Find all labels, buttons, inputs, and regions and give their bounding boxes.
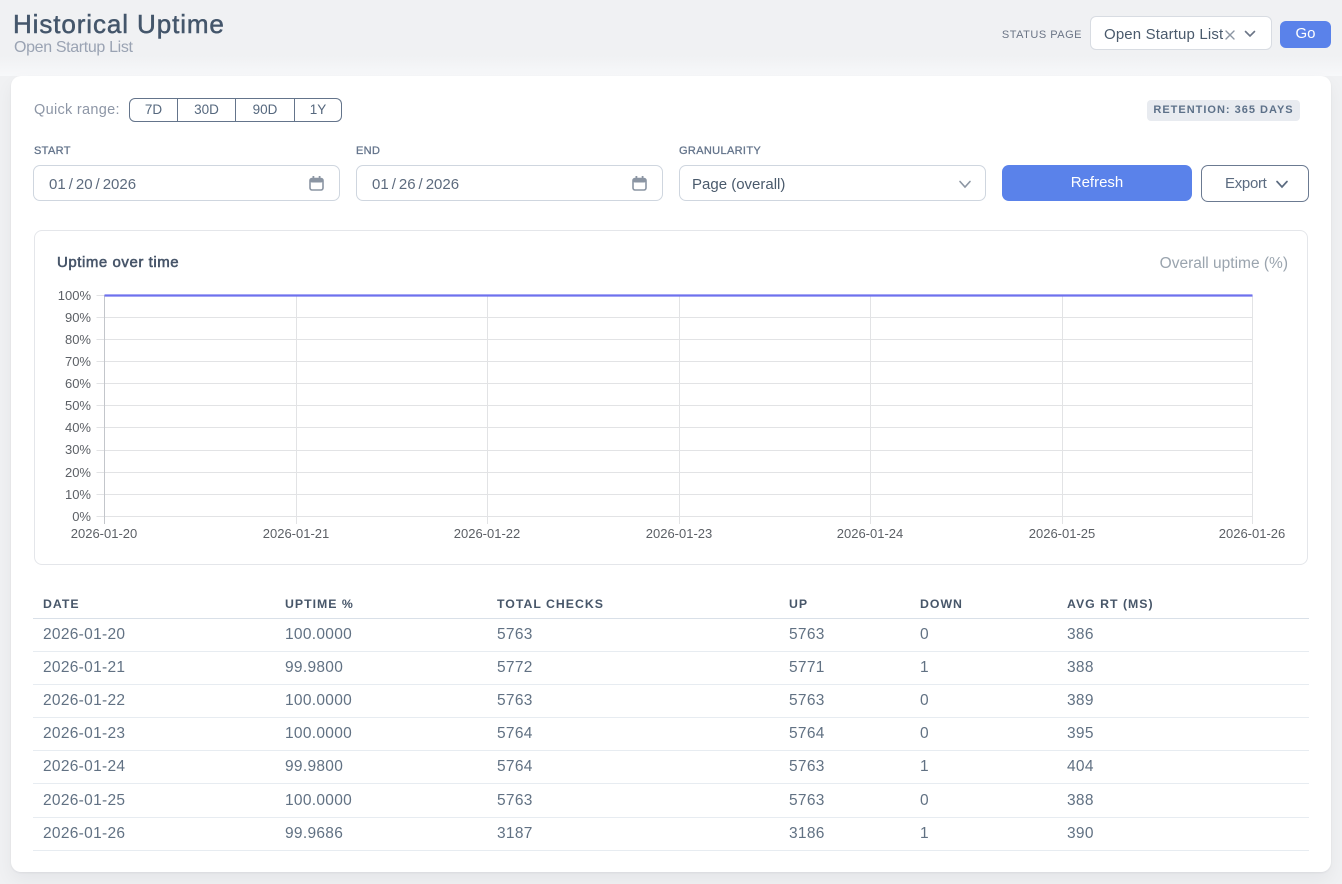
svg-text:2026-01-24: 2026-01-24 [837, 526, 904, 541]
svg-text:20%: 20% [65, 465, 91, 480]
svg-text:90%: 90% [65, 310, 91, 325]
svg-text:40%: 40% [65, 420, 91, 435]
svg-text:2026-01-26: 2026-01-26 [1219, 526, 1286, 541]
svg-text:70%: 70% [65, 354, 91, 369]
svg-text:2026-01-22: 2026-01-22 [454, 526, 521, 541]
svg-text:100%: 100% [58, 288, 92, 303]
svg-text:2026-01-21: 2026-01-21 [263, 526, 330, 541]
svg-text:2026-01-23: 2026-01-23 [646, 526, 713, 541]
svg-text:80%: 80% [65, 332, 91, 347]
svg-text:2026-01-20: 2026-01-20 [71, 526, 138, 541]
svg-text:2026-01-25: 2026-01-25 [1029, 526, 1096, 541]
svg-text:10%: 10% [65, 487, 91, 502]
svg-text:50%: 50% [65, 398, 91, 413]
svg-text:30%: 30% [65, 442, 91, 457]
svg-text:60%: 60% [65, 376, 91, 391]
svg-text:0%: 0% [72, 509, 91, 524]
